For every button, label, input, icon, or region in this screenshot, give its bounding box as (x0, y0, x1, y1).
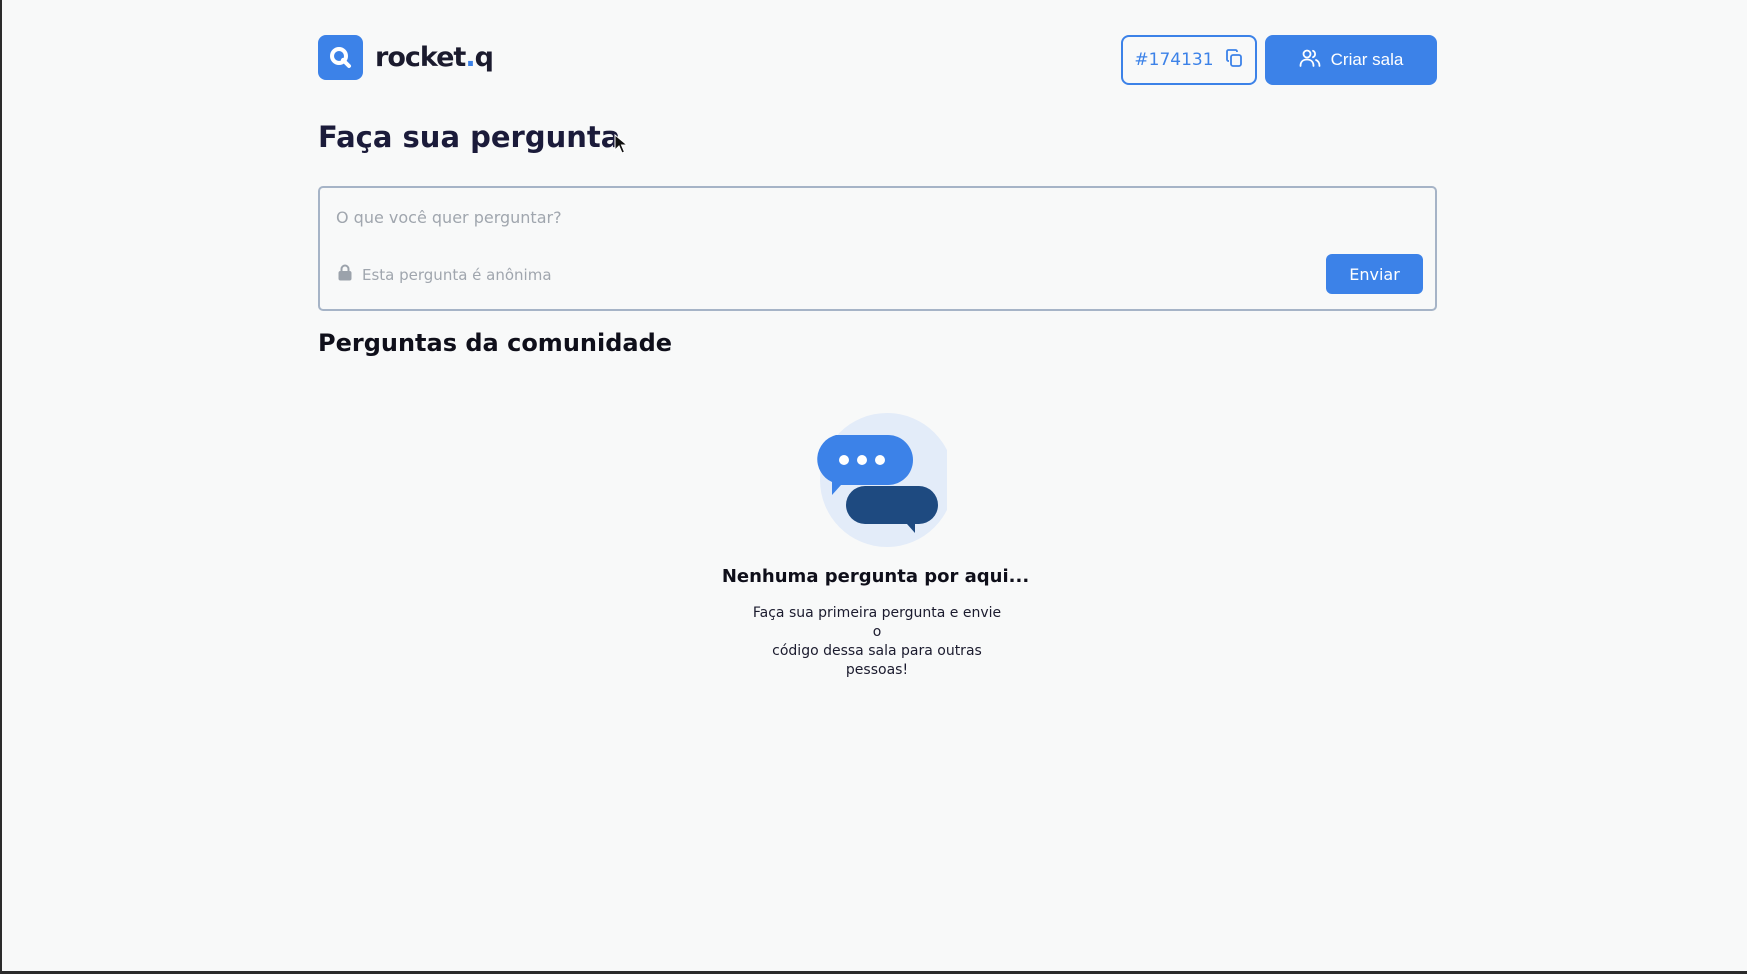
community-title: Perguntas da comunidade (318, 329, 673, 357)
lock-icon (338, 264, 352, 285)
empty-state-description: Faça sua primeira pergunta e envie o cód… (747, 604, 1007, 680)
anonymous-label: Esta pergunta é anônima (362, 265, 552, 284)
users-icon (1299, 48, 1321, 73)
create-room-button[interactable]: Criar sala (1265, 35, 1437, 85)
logo[interactable]: rocket.q (318, 35, 494, 80)
page-title: Faça sua pergunta (318, 120, 621, 154)
main-container: rocket.q #174131 Criar sala Faça sua per… (315, 0, 1437, 971)
copy-icon (1224, 48, 1244, 73)
mouse-pointer-icon (614, 133, 629, 158)
empty-state-line-2: código dessa sala para outras pessoas! (772, 643, 982, 678)
anonymous-notice: Esta pergunta é anônima (338, 264, 552, 285)
empty-state-line-1: Faça sua primeira pergunta e envie o (752, 605, 1002, 640)
question-form: Esta pergunta é anônima Enviar (318, 186, 1437, 311)
empty-state-title: Nenhuma pergunta por aqui... (721, 566, 1030, 587)
logo-text: rocket.q (375, 42, 494, 73)
app-window: rocket.q #174131 Criar sala Faça sua per… (2, 0, 1747, 971)
room-code-label: #174131 (1134, 50, 1214, 70)
chat-bubbles-icon (807, 410, 954, 550)
question-input[interactable] (336, 202, 1416, 232)
room-code-button[interactable]: #174131 (1121, 35, 1257, 85)
create-room-label: Criar sala (1330, 50, 1404, 69)
search-logo-icon (318, 35, 363, 80)
send-button[interactable]: Enviar (1326, 254, 1423, 294)
